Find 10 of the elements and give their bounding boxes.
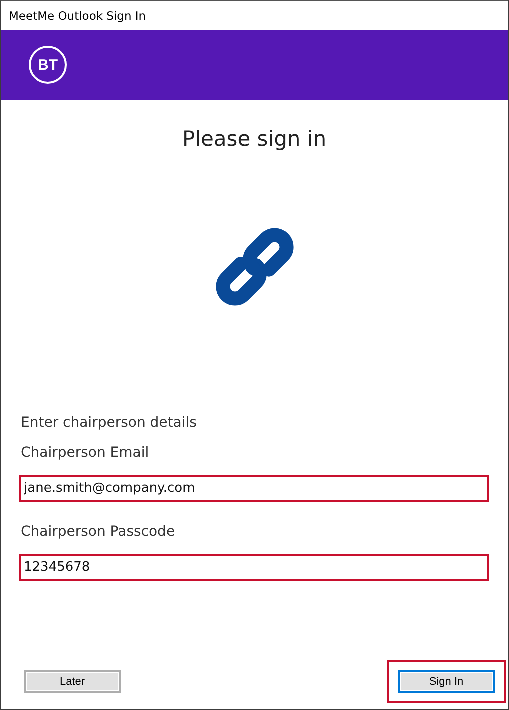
sign-in-button[interactable]: Sign In bbox=[398, 670, 495, 693]
section-label: Enter chairperson details bbox=[20, 415, 198, 433]
field-label: Chairperson Passcode bbox=[20, 524, 176, 542]
input-field[interactable]: jane.smith@company.com bbox=[19, 475, 489, 502]
heading: Please sign in bbox=[181, 127, 328, 151]
logo: BT bbox=[29, 46, 67, 84]
window-title: MeetMe Outlook Sign In bbox=[8, 8, 148, 24]
later-button[interactable]: Later bbox=[24, 670, 121, 693]
field-label: Chairperson Email bbox=[20, 445, 150, 463]
input-field[interactable]: 12345678 bbox=[19, 554, 489, 581]
